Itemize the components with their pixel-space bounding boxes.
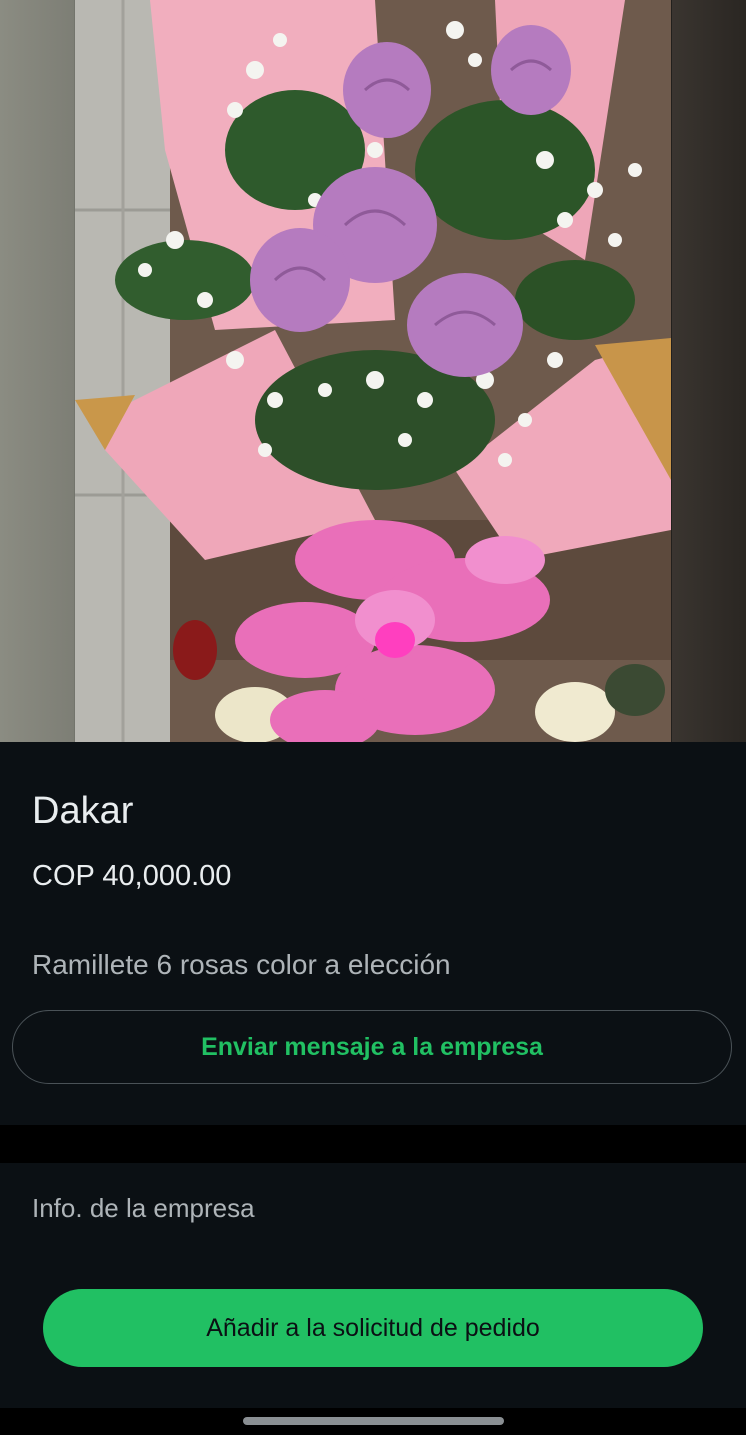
product-title: Dakar bbox=[32, 790, 134, 832]
company-section: Info. de la empresa Añadir a la solicitu… bbox=[0, 1163, 746, 1408]
product-photo[interactable] bbox=[0, 0, 746, 742]
home-indicator[interactable] bbox=[243, 1417, 504, 1425]
system-nav-bar bbox=[0, 1408, 746, 1435]
product-description: Ramillete 6 rosas color a elección bbox=[32, 949, 451, 980]
add-to-order-button[interactable]: Añadir a la solicitud de pedido bbox=[43, 1289, 703, 1367]
company-info-link[interactable]: Info. de la empresa bbox=[32, 1193, 255, 1224]
message-business-button[interactable]: Enviar mensaje a la empresa bbox=[12, 1010, 732, 1084]
section-divider bbox=[0, 1125, 746, 1163]
product-details: Dakar COP 40,000.00 Ramillete 6 rosas co… bbox=[0, 742, 746, 1125]
product-image bbox=[75, 0, 671, 742]
product-price: COP 40,000.00 bbox=[32, 860, 232, 892]
